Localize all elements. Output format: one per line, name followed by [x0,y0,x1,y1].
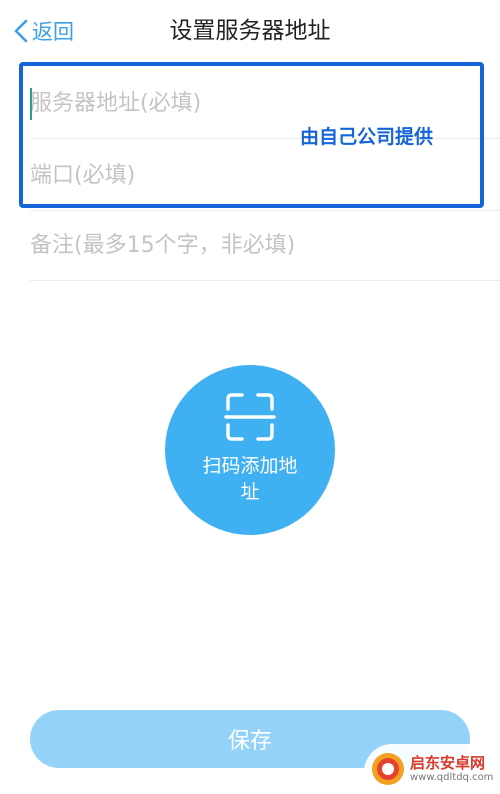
note-row [30,210,500,281]
navigation-header: 返回 设置服务器地址 [0,0,500,62]
site-watermark: 启东安卓网 www.qdltdq.com [364,744,500,794]
port-input[interactable] [30,162,470,188]
scan-button-label: 扫码添加地址 [202,455,298,503]
text-cursor [30,88,32,120]
watermark-title: 启东安卓网 [410,754,486,772]
server-address-input[interactable] [30,90,470,116]
watermark-logo-icon [372,753,404,785]
watermark-text: 启东安卓网 www.qdltdq.com [410,754,493,784]
note-input[interactable] [30,232,470,258]
port-row [30,140,500,211]
watermark-url: www.qdltdq.com [410,772,494,783]
app-screen: 返回 设置服务器地址 由自己公司提供 扫码添加地址 保存 启东安卓网 [0,0,500,794]
annotation-text: 由自己公司提供 [300,126,434,148]
page-title: 设置服务器地址 [169,18,331,44]
scan-frame-icon [224,393,276,441]
scan-add-address-button[interactable]: 扫码添加地址 [165,365,335,535]
